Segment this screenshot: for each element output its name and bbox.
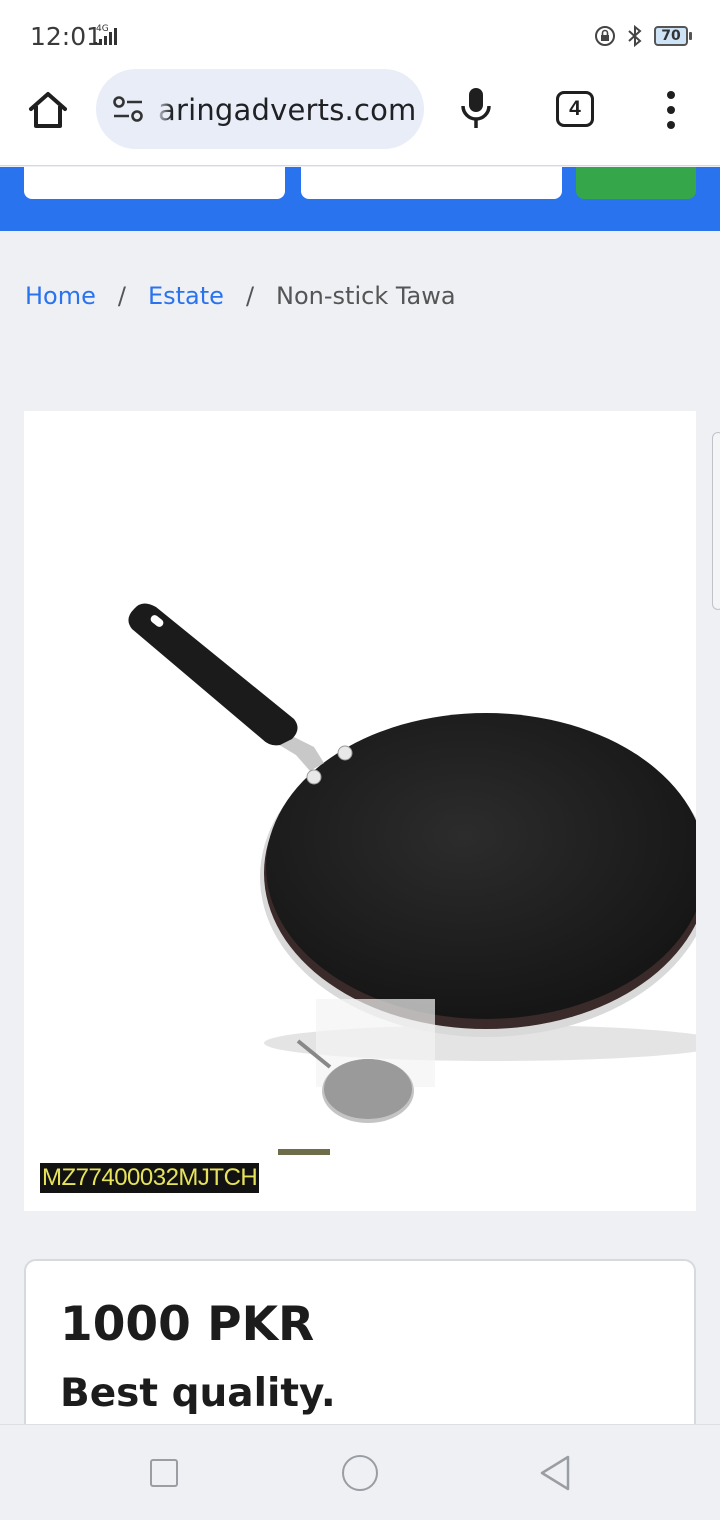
lock-rotation-icon	[595, 26, 615, 46]
tabs-icon[interactable]: 4	[556, 91, 594, 127]
browser-toolbar: aringadverts.com 4	[0, 66, 720, 166]
tiny-watermark	[278, 1149, 330, 1155]
site-settings-icon[interactable]	[112, 95, 144, 123]
status-bar: 12:01 4G 70	[0, 0, 720, 66]
search-keyword-field[interactable]	[301, 167, 562, 199]
breadcrumb-estate[interactable]: Estate	[148, 282, 224, 310]
breadcrumb-separator: /	[245, 282, 255, 310]
breadcrumb-home[interactable]: Home	[25, 282, 96, 310]
search-location-field[interactable]	[24, 167, 285, 199]
more-vert-icon[interactable]	[660, 90, 682, 130]
url-text: aringadverts.com	[158, 93, 417, 127]
microphone-icon[interactable]	[458, 86, 494, 130]
product-price: 1000 PKR	[60, 1297, 315, 1352]
breadcrumb: Home / Estate / Non-stick Tawa	[25, 282, 456, 310]
breadcrumb-separator: /	[117, 282, 126, 310]
product-description: Best quality.	[60, 1371, 336, 1416]
tawa-pan-image	[128, 603, 696, 1123]
address-bar[interactable]: aringadverts.com	[96, 69, 424, 149]
system-nav-bar	[0, 1424, 720, 1520]
back-triangle-icon[interactable]	[538, 1454, 572, 1492]
search-button[interactable]	[576, 167, 696, 199]
breadcrumb-current: Non-stick Tawa	[276, 282, 456, 310]
product-image[interactable]: MZ77400032MJTCH	[24, 411, 696, 1211]
sku-label: MZ77400032MJTCH	[40, 1163, 260, 1193]
home-circle-icon[interactable]	[342, 1455, 378, 1491]
battery-level: 70	[654, 26, 688, 46]
signal-icon: 4G	[92, 24, 132, 46]
bluetooth-icon	[628, 24, 642, 48]
recents-square-icon[interactable]	[150, 1459, 178, 1487]
scroll-indicator[interactable]	[712, 432, 720, 610]
home-icon[interactable]	[26, 88, 70, 132]
search-band	[0, 167, 720, 231]
battery-icon: 70	[654, 26, 692, 46]
network-type: 4G	[96, 24, 109, 34]
